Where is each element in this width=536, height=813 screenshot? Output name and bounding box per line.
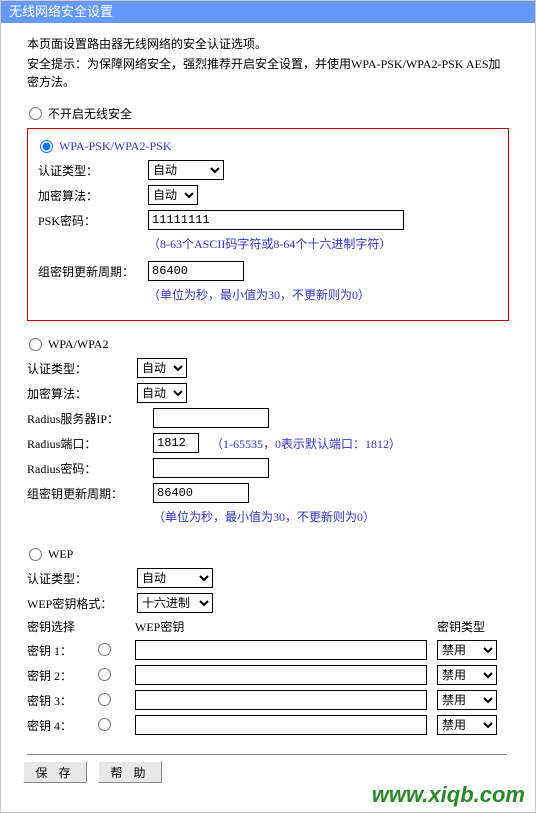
wpa-psk-rekey-input[interactable] [148, 261, 244, 281]
wep-title: WEP [48, 547, 73, 562]
intro-text: 本页面设置路由器无线网络的安全认证选项。 [27, 35, 509, 53]
intro-warning: 安全提示：为保障网络安全，强烈推荐开启安全设置，并使用WPA-PSK/WPA2-… [27, 55, 509, 91]
wpa-auth-select[interactable]: 自动 [137, 358, 187, 378]
wpa-psk-rekey-hint: （单位为秒，最小值为30，不更新则为0） [148, 286, 370, 303]
psk-password-input[interactable] [148, 210, 404, 230]
save-button[interactable]: 保 存 [23, 761, 87, 783]
window: 无线网络安全设置 本页面设置路由器无线网络的安全认证选项。 安全提示：为保障网络… [0, 0, 536, 813]
radius-port-label: Radius端口： [27, 435, 153, 452]
wpa-psk-auth-select[interactable]: 自动 [148, 160, 224, 180]
radius-ip-input[interactable] [153, 408, 269, 428]
wpa-psk-section: WPA-PSK/WPA2-PSK 认证类型： 自动 加密算法： 自动 PSK密码… [27, 128, 509, 321]
wep-key-type-select-1[interactable]: 禁用 [437, 640, 497, 660]
radio-disable-security[interactable] [29, 107, 42, 120]
wep-key-row: 密钥 1： 禁用 [27, 640, 509, 660]
wep-key-radio-1[interactable] [98, 643, 111, 656]
wep-fmt-select[interactable]: 十六进制 [137, 593, 213, 613]
radio-wep[interactable] [29, 548, 42, 561]
wpa-enc-select[interactable]: 自动 [137, 383, 187, 403]
radius-ip-label: Radius服务器IP： [27, 410, 153, 427]
wpa-title: WPA/WPA2 [48, 337, 108, 352]
radius-pwd-label: Radius密码： [27, 460, 153, 477]
wpa-rekey-label: 组密钥更新周期： [27, 485, 153, 502]
wep-key-label: 密钥 1： [27, 642, 93, 659]
radius-port-hint: （1-65535，0表示默认端口：1812） [211, 435, 401, 452]
help-button[interactable]: 帮 助 [98, 761, 162, 783]
psk-password-hint: （8-63个ASCII码字符或8-64个十六进制字符） [148, 235, 391, 252]
radio-wpa[interactable] [29, 338, 42, 351]
wpa-psk-auth-label: 认证类型： [38, 162, 148, 179]
wep-key-type-select-3[interactable]: 禁用 [437, 690, 497, 710]
wep-key-input-3[interactable] [135, 690, 427, 710]
wep-col-key: WEP密钥 [135, 618, 437, 635]
wep-key-type-select-4[interactable]: 禁用 [437, 715, 497, 735]
wep-key-label: 密钥 2： [27, 667, 93, 684]
wep-key-input-1[interactable] [135, 640, 427, 660]
wep-key-type-select-2[interactable]: 禁用 [437, 665, 497, 685]
wpa-rekey-input[interactable] [153, 483, 249, 503]
content-area: 本页面设置路由器无线网络的安全认证选项。 安全提示：为保障网络安全，强烈推荐开启… [1, 23, 535, 746]
wpa-auth-label: 认证类型： [27, 360, 137, 377]
wep-key-row: 密钥 2： 禁用 [27, 665, 509, 685]
window-title: 无线网络安全设置 [1, 1, 535, 23]
wep-fmt-label: WEP密钥格式： [27, 595, 137, 612]
wpa-rekey-hint: （单位为秒，最小值为30，不更新则为0） [153, 508, 375, 525]
wpa-psk-enc-select[interactable]: 自动 [148, 185, 198, 205]
watermark: www.xiqb.com [372, 782, 525, 808]
wep-key-input-4[interactable] [135, 715, 427, 735]
wep-key-radio-3[interactable] [98, 693, 111, 706]
radius-port-input[interactable] [153, 433, 199, 453]
wpa-psk-title: WPA-PSK/WPA2-PSK [59, 139, 171, 154]
wep-key-input-2[interactable] [135, 665, 427, 685]
wep-auth-label: 认证类型： [27, 570, 137, 587]
radius-pwd-input[interactable] [153, 458, 269, 478]
wep-key-radio-4[interactable] [98, 718, 111, 731]
radio-wpa-psk[interactable] [40, 140, 53, 153]
wep-key-label: 密钥 3： [27, 692, 93, 709]
wep-key-table: 密钥选择 WEP密钥 密钥类型 密钥 1：禁用密钥 2：禁用密钥 3：禁用密钥 … [27, 618, 509, 735]
wep-key-radio-2[interactable] [98, 668, 111, 681]
wep-auth-select[interactable]: 自动 [137, 568, 213, 588]
wep-key-row: 密钥 3： 禁用 [27, 690, 509, 710]
psk-password-label: PSK密码： [38, 212, 148, 229]
wpa-psk-enc-label: 加密算法： [38, 187, 148, 204]
wep-col-select: 密钥选择 [27, 618, 93, 635]
wep-key-row: 密钥 4： 禁用 [27, 715, 509, 735]
disable-security-label: 不开启无线安全 [48, 105, 132, 122]
wep-key-label: 密钥 4： [27, 717, 93, 734]
wpa-enc-label: 加密算法： [27, 385, 137, 402]
wpa-psk-rekey-label: 组密钥更新周期： [38, 263, 148, 280]
wep-col-type: 密钥类型 [437, 618, 509, 635]
